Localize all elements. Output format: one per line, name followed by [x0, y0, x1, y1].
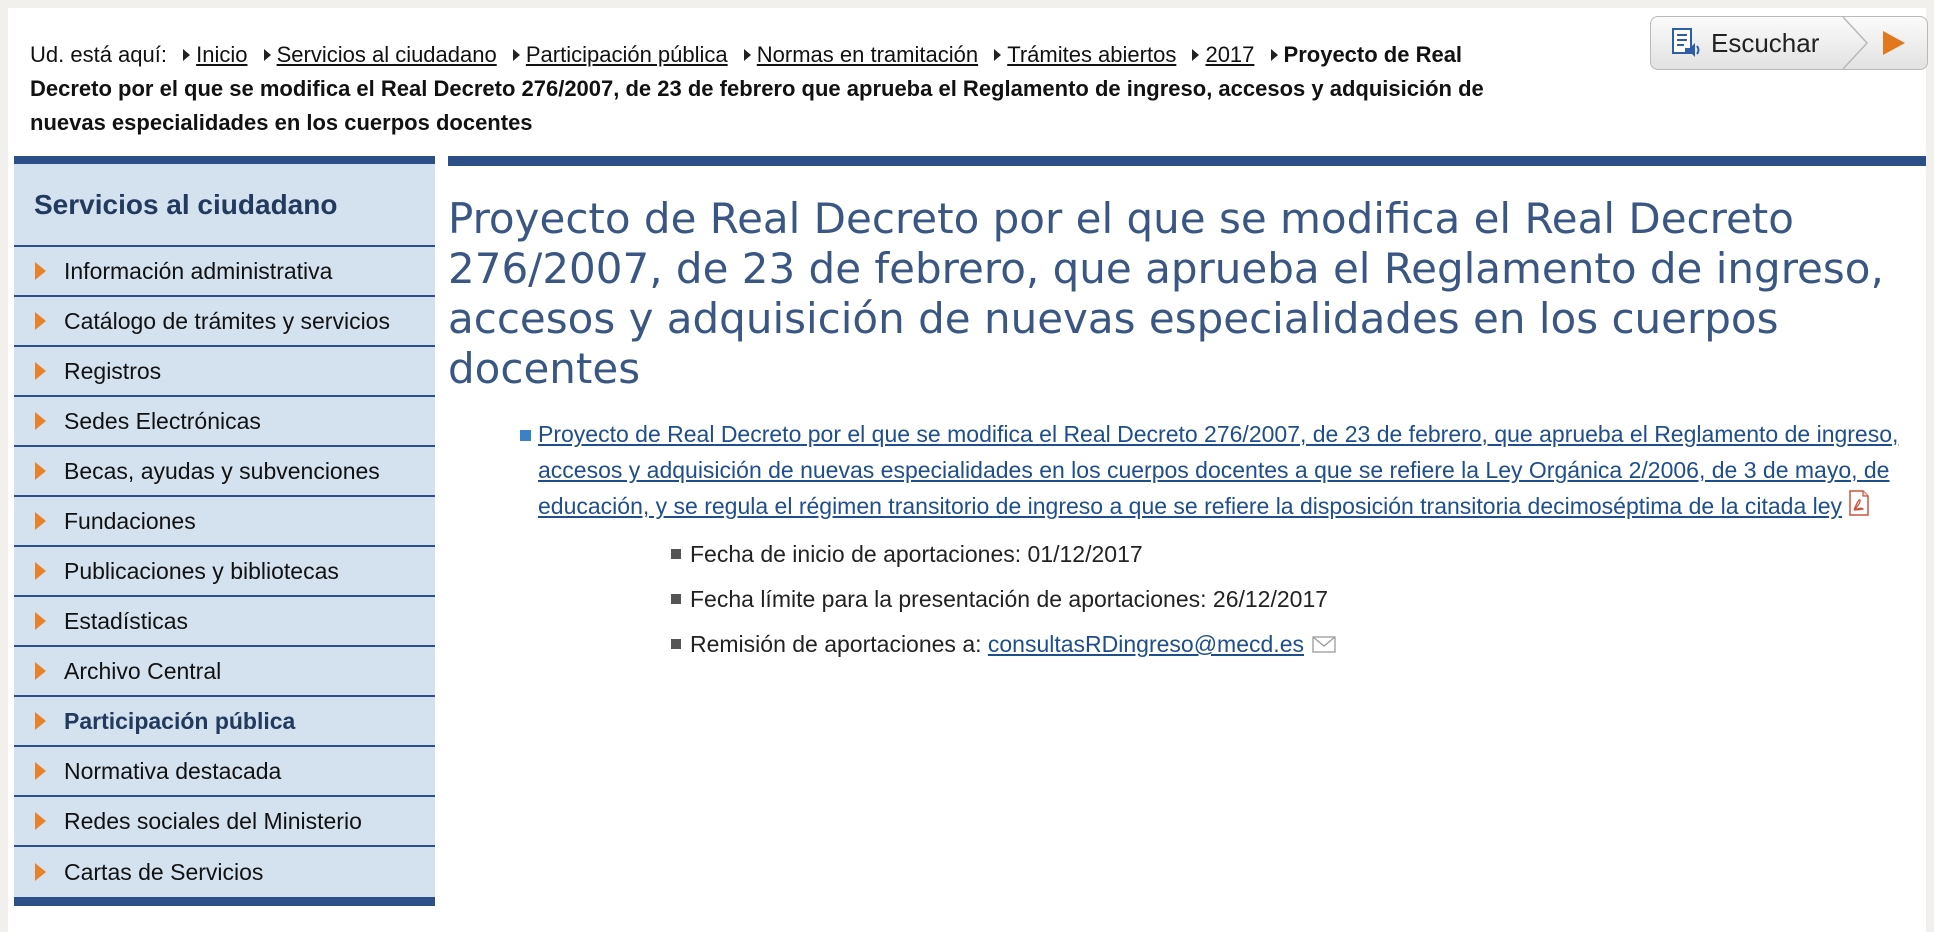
sidebar-item-informacion[interactable]: Información administrativa [14, 247, 435, 297]
detail-deadline: Fecha límite para la presentación de apo… [538, 577, 1926, 622]
square-bullet-icon [671, 639, 681, 649]
sidebar-item-label: Publicaciones y bibliotecas [64, 557, 339, 584]
document-details: Fecha de inicio de aportaciones: 01/12/2… [538, 532, 1926, 667]
sidebar-item-fundaciones[interactable]: Fundaciones [14, 497, 435, 547]
sidebar-item-becas[interactable]: Becas, ayudas y subvenciones [14, 447, 435, 497]
sidebar-item-normativa[interactable]: Normativa destacada [14, 747, 435, 797]
arrow-right-icon [35, 662, 46, 680]
square-bullet-icon [671, 594, 681, 604]
sidebar-item-estadisticas[interactable]: Estadísticas [14, 597, 435, 647]
page-title: Proyecto de Real Decreto por el que se m… [448, 194, 1884, 393]
arrow-right-icon [35, 462, 46, 480]
breadcrumb-prefix: Ud. está aquí: [30, 42, 167, 67]
sidebar-item-label: Fundaciones [64, 507, 196, 534]
sidebar-title: Servicios al ciudadano [14, 164, 435, 247]
play-icon[interactable] [1883, 31, 1905, 55]
sidebar-item-archivo[interactable]: Archivo Central [14, 647, 435, 697]
breadcrumb-arrow-icon [1270, 49, 1278, 61]
arrow-right-icon [35, 762, 46, 780]
sidebar-item-label: Catálogo de trámites y servicios [64, 307, 390, 334]
sidebar-item-label: Información administrativa [64, 257, 333, 284]
submission-email-link[interactable]: consultasRDingreso@mecd.es [988, 631, 1304, 657]
arrow-right-icon [35, 812, 46, 830]
sidebar-item-label: Estadísticas [64, 607, 188, 634]
arrow-right-icon [35, 312, 46, 330]
breadcrumb-arrow-icon [263, 49, 271, 61]
sidebar-bottom-bar [14, 897, 435, 906]
sidebar-item-sedes[interactable]: Sedes Electrónicas [14, 397, 435, 447]
envelope-icon[interactable] [1312, 623, 1336, 653]
start-date-text: Fecha de inicio de aportaciones: 01/12/2… [690, 541, 1143, 567]
sidebar-item-label: Normativa destacada [64, 757, 282, 784]
arrow-right-icon [35, 562, 46, 580]
breadcrumb-link-2017[interactable]: 2017 [1205, 42, 1254, 67]
page: Ud. está aquí: Inicio Servicios al ciuda… [8, 8, 1928, 932]
breadcrumb-arrow-icon [183, 49, 191, 61]
deadline-text: Fecha límite para la presentación de apo… [690, 586, 1329, 612]
breadcrumb-link-participacion[interactable]: Participación pública [526, 42, 728, 67]
sidebar-item-registros[interactable]: Registros [14, 347, 435, 397]
arrow-right-icon [35, 512, 46, 530]
square-bullet-icon [671, 549, 681, 559]
sidebar-item-redes[interactable]: Redes sociales del Ministerio [14, 797, 435, 847]
breadcrumb-arrow-icon [512, 49, 520, 61]
content-top-bar [448, 156, 1926, 166]
sidebar-item-label: Archivo Central [64, 657, 222, 684]
sidebar-item-participacion[interactable]: Participación pública [14, 697, 435, 747]
breadcrumb-link-tramites[interactable]: Trámites abiertos [1007, 42, 1176, 67]
detail-start-date: Fecha de inicio de aportaciones: 01/12/2… [538, 532, 1926, 577]
breadcrumb-link-normas[interactable]: Normas en tramitación [757, 42, 978, 67]
sidebar-item-cartas[interactable]: Cartas de Servicios [14, 847, 435, 897]
document-link[interactable]: Proyecto de Real Decreto por el que se m… [538, 421, 1898, 519]
sidebar-item-label: Sedes Electrónicas [64, 407, 261, 434]
sidebar-top-bar [14, 156, 435, 164]
arrow-right-icon [35, 612, 46, 630]
sidebar-item-label: Redes sociales del Ministerio [64, 807, 362, 834]
detail-submission: Remisión de aportaciones a: consultasRDi… [538, 622, 1926, 667]
list-item: Proyecto de Real Decreto por el que se m… [448, 416, 1926, 667]
breadcrumb-arrow-icon [743, 49, 751, 61]
listen-label: Escuchar [1711, 27, 1820, 58]
arrow-right-icon [35, 412, 46, 430]
sidebar-item-label: Becas, ayudas y subvenciones [64, 457, 380, 484]
submission-label: Remisión de aportaciones a: [690, 631, 982, 657]
arrow-right-icon [35, 712, 46, 730]
sidebar-item-label: Participación pública [64, 707, 296, 734]
sidebar-item-label: Cartas de Servicios [64, 858, 264, 885]
document-speaker-icon [1671, 26, 1701, 60]
arrow-right-icon [35, 362, 46, 380]
arrow-right-icon [35, 863, 46, 881]
sidebar: Servicios al ciudadano Información admin… [14, 156, 435, 906]
breadcrumb-arrow-icon [994, 49, 1002, 61]
sidebar-item-catalogo[interactable]: Catálogo de trámites y servicios [14, 297, 435, 347]
pdf-icon[interactable] [1848, 490, 1870, 516]
document-list: Proyecto de Real Decreto por el que se m… [448, 416, 1926, 667]
breadcrumb-link-inicio[interactable]: Inicio [196, 42, 247, 67]
sidebar-item-publicaciones[interactable]: Publicaciones y bibliotecas [14, 547, 435, 597]
sidebar-item-label: Registros [64, 357, 162, 384]
listen-separator [1842, 17, 1869, 69]
arrow-right-icon [35, 262, 46, 280]
listen-button[interactable]: Escuchar [1650, 16, 1928, 70]
main-content: Proyecto de Real Decreto por el que se m… [448, 156, 1926, 667]
breadcrumb: Ud. está aquí: Inicio Servicios al ciuda… [30, 38, 1530, 140]
breadcrumb-arrow-icon [1192, 49, 1200, 61]
breadcrumb-link-servicios[interactable]: Servicios al ciudadano [277, 42, 497, 67]
square-bullet-icon [520, 430, 531, 441]
